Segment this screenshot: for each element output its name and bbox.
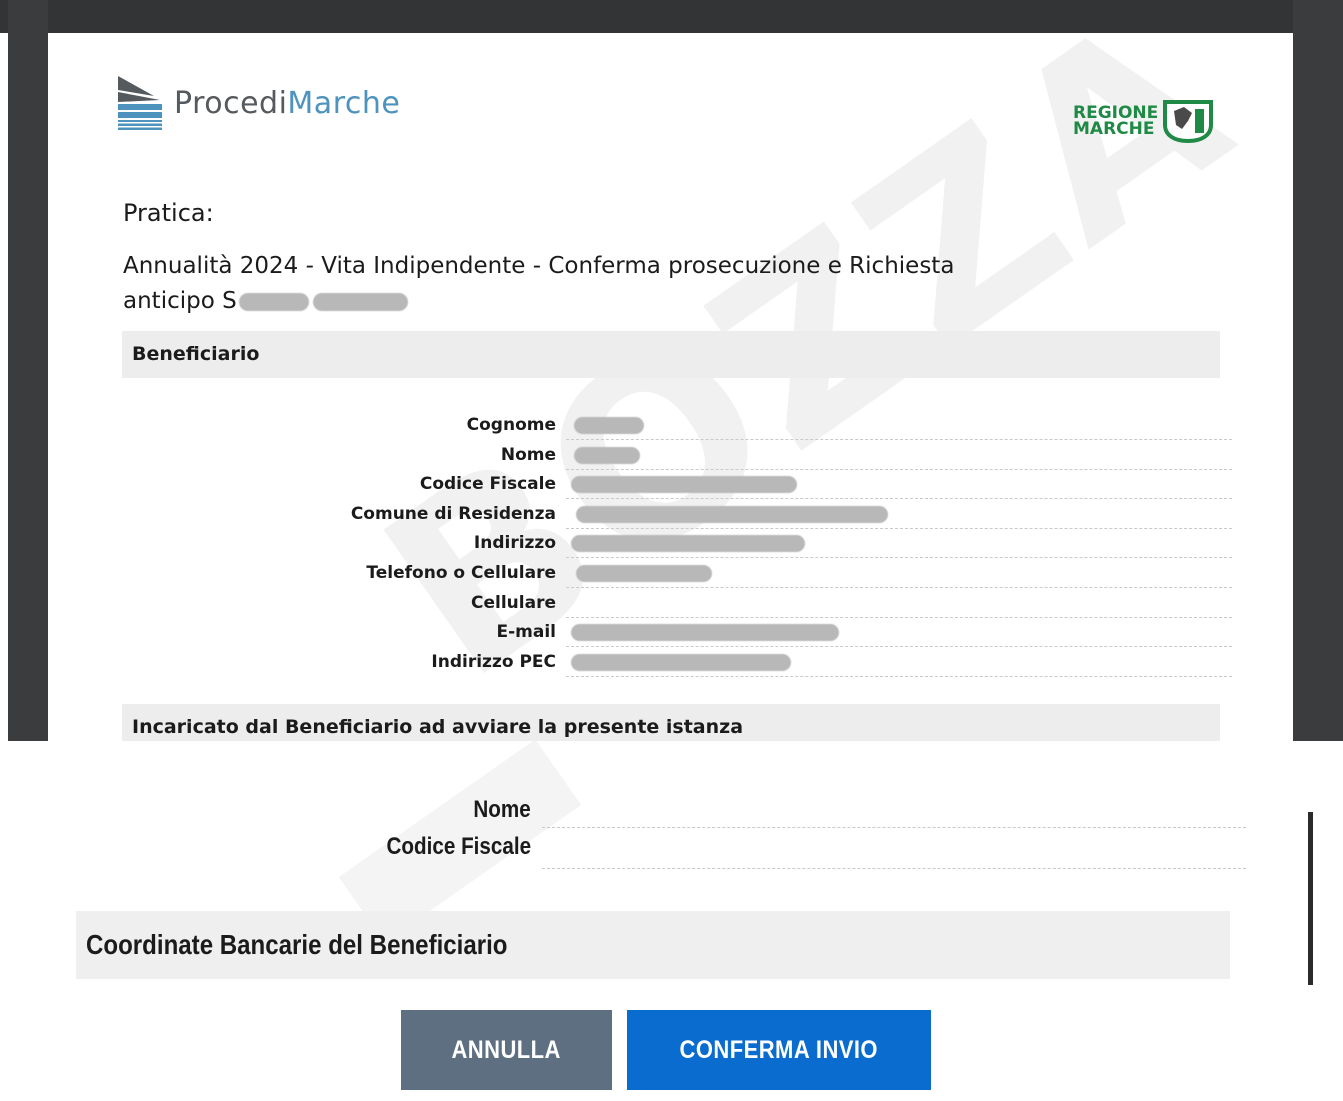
field-label: Cognome — [466, 415, 556, 435]
section-beneficiario: Beneficiario — [122, 331, 1220, 378]
viewer-top-bar — [0, 0, 1343, 33]
incaricato-value — [542, 827, 1246, 828]
redacted-value — [571, 653, 791, 671]
field-row: Cognome — [122, 411, 1232, 441]
pratica-title: Annualità 2024 - Vita Indipendente - Con… — [123, 249, 1183, 319]
field-value — [566, 618, 1232, 648]
field-row: Cellulare — [122, 589, 1232, 619]
regione-shield-icon — [1163, 100, 1214, 143]
viewer-right-margin — [1293, 0, 1343, 741]
redacted-value — [576, 564, 712, 582]
field-value — [566, 441, 1232, 470]
field-value — [566, 559, 1232, 588]
form-footer: Nome Codice Fiscale Coordinate Bancarie … — [0, 741, 1343, 1101]
incaricato-label: Codice Fiscale — [386, 833, 531, 860]
procedimarche-logo-icon — [118, 76, 162, 130]
field-label: Codice Fiscale — [419, 474, 556, 495]
procedimarche-logo: ProcediMarche — [116, 73, 400, 133]
redacted-value — [571, 476, 797, 494]
logo-text: ProcediMarche — [174, 85, 401, 121]
redacted-value — [576, 505, 888, 523]
redacted-value — [574, 417, 644, 434]
field-label: Indirizzo PEC — [431, 651, 556, 672]
field-value — [566, 470, 1232, 500]
field-row: Indirizzo PEC — [122, 648, 1232, 678]
section-coordinate-bancarie: Coordinate Bancarie del Beneficiario — [76, 911, 1230, 979]
field-label: Cellulare — [471, 592, 556, 613]
redacted-value — [574, 446, 640, 464]
field-row: Codice Fiscale — [122, 470, 1232, 500]
field-label: E-mail — [496, 622, 556, 643]
field-label: Telefono o Cellulare — [366, 562, 556, 583]
scrollbar[interactable] — [1308, 812, 1313, 985]
field-row: Telefono o Cellulare — [122, 559, 1232, 589]
annulla-button[interactable]: ANNULLA — [401, 1010, 612, 1090]
regione-line2: MARCHE — [1073, 119, 1155, 139]
incaricato-row: Nome — [76, 786, 1246, 828]
incaricato-value — [542, 868, 1246, 869]
field-value — [566, 529, 1232, 559]
section-incaricato: Incaricato dal Beneficiario ad avviare l… — [122, 704, 1220, 741]
redacted-value — [571, 624, 839, 642]
conferma-invio-button[interactable]: CONFERMA INVIO — [627, 1010, 931, 1090]
viewer-left-margin — [8, 0, 48, 741]
pratica-label: Pratica: — [123, 199, 214, 227]
incaricato-label: Nome — [473, 796, 531, 823]
field-value — [566, 648, 1232, 677]
beneficiario-fields: Cognome Nome Codice Fiscale Comune di Re… — [122, 411, 1232, 677]
pratica-title-line1: Annualità 2024 - Vita Indipendente - Con… — [123, 253, 955, 279]
pratica-title-line2: anticipo S — [123, 284, 1183, 319]
redacted-value — [571, 535, 805, 553]
regione-marche-logo: REGIONE MARCHE — [1073, 99, 1214, 143]
incaricato-row: Codice Fiscale — [76, 829, 1246, 869]
document-preview: BOZZA ProcediMarche REGIONE MARCHE Prati… — [0, 0, 1343, 741]
document-page: BOZZA ProcediMarche REGIONE MARCHE Prati… — [48, 33, 1293, 741]
field-row: E-mail — [122, 618, 1232, 648]
field-label: Comune di Residenza — [350, 503, 556, 524]
redacted-surname — [312, 292, 408, 311]
field-row: Nome — [122, 441, 1232, 471]
field-value — [566, 500, 1232, 529]
field-label: Nome — [500, 444, 556, 465]
field-row: Indirizzo — [122, 529, 1232, 559]
field-value — [566, 589, 1232, 618]
redacted-name — [238, 292, 309, 311]
field-label: Indirizzo — [473, 533, 556, 554]
field-row: Comune di Residenza — [122, 500, 1232, 530]
field-value — [566, 411, 1232, 440]
